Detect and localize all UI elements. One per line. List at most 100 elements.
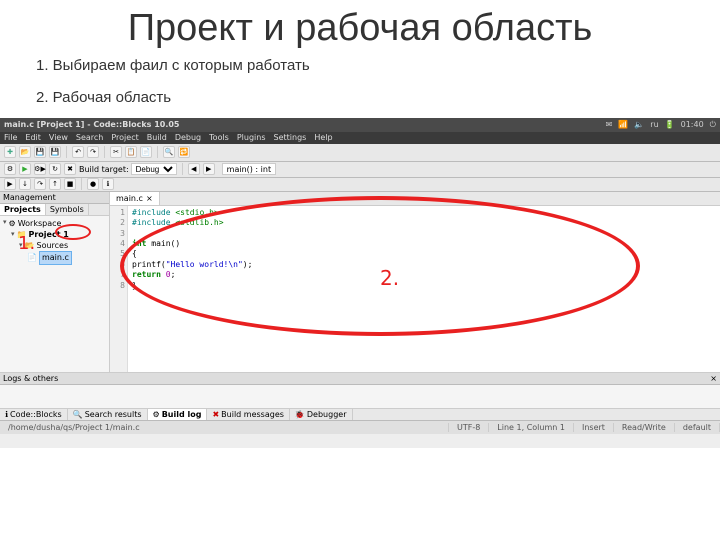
replace-icon[interactable]: 🔁: [178, 146, 190, 158]
status-encoding: UTF-8: [449, 423, 489, 432]
file-icon: 📄: [27, 252, 37, 263]
close-icon[interactable]: ×: [146, 194, 153, 203]
info-icon[interactable]: ℹ: [102, 178, 114, 190]
status-profile: default: [675, 423, 720, 432]
line-gutter: 1 2 3 4 5 6 7 8: [110, 206, 128, 372]
paste-icon[interactable]: 📄: [140, 146, 152, 158]
sidebar-title: Management: [0, 192, 109, 204]
chevron-down-icon[interactable]: ▾: [11, 230, 15, 240]
tray-icon[interactable]: 🔈: [634, 120, 644, 130]
tab-symbols[interactable]: Symbols: [46, 204, 89, 215]
menu-debug[interactable]: Debug: [175, 133, 201, 142]
slide-point-1: 1. Выбираем фаил с которым работать: [0, 54, 720, 78]
redo-icon[interactable]: ↷: [87, 146, 99, 158]
sidebar: Management Projects Symbols ▾ ⚙ Workspac…: [0, 192, 110, 372]
status-rw: Read/Write: [614, 423, 675, 432]
menu-edit[interactable]: Edit: [25, 133, 41, 142]
tray-power-icon[interactable]: ⏻: [710, 120, 716, 130]
function-nav[interactable]: main() : int: [222, 163, 276, 175]
nav-back-icon[interactable]: ◀: [188, 163, 200, 175]
editor-tabs: main.c ×: [110, 192, 720, 206]
tree-label: Workspace: [18, 218, 62, 229]
rebuild-icon[interactable]: ↻: [49, 163, 61, 175]
sidebar-tabs: Projects Symbols: [0, 204, 109, 216]
folder-icon: 📂: [25, 240, 35, 251]
tree-sources[interactable]: ▾ 📂 Sources: [3, 240, 106, 251]
build-target-select[interactable]: Debug: [131, 163, 177, 175]
save-icon[interactable]: 💾: [34, 146, 46, 158]
line-number: 8: [110, 281, 125, 291]
undo-icon[interactable]: ↶: [72, 146, 84, 158]
slide-point-2: 2. Рабочая область: [0, 86, 720, 110]
menu-file[interactable]: File: [4, 133, 17, 142]
new-file-icon[interactable]: ✚: [4, 146, 16, 158]
menu-build[interactable]: Build: [147, 133, 167, 142]
gear-icon: ⚙: [153, 410, 160, 419]
tab-debugger[interactable]: 🐞Debugger: [290, 409, 353, 420]
open-file-icon[interactable]: 📂: [19, 146, 31, 158]
abort-icon[interactable]: ✖: [64, 163, 76, 175]
project-tree: ▾ ⚙ Workspace ▾ 📁 Project 1 ▾ 📂 Sources …: [0, 216, 109, 267]
bug-icon: 🐞: [295, 410, 305, 419]
tab-projects[interactable]: Projects: [0, 204, 46, 215]
toolbar-separator: [182, 163, 183, 175]
line-number: 4: [110, 239, 125, 249]
build-icon[interactable]: ⚙: [4, 163, 16, 175]
debug-step-icon[interactable]: ↓: [19, 178, 31, 190]
editor-tab-mainc[interactable]: main.c ×: [110, 192, 160, 205]
run-icon[interactable]: ▶: [19, 163, 31, 175]
tray-icon[interactable]: 🔋: [665, 120, 675, 130]
tray-icon[interactable]: ✉: [606, 120, 613, 130]
line-number: 7: [110, 270, 125, 280]
build-target: Build target: Debug: [79, 163, 177, 175]
find-icon[interactable]: 🔍: [163, 146, 175, 158]
tree-label: Sources: [36, 240, 68, 251]
menu-plugins[interactable]: Plugins: [237, 133, 266, 142]
code-editor[interactable]: 1 2 3 4 5 6 7 8 #include <stdio.h> #incl…: [110, 206, 720, 372]
slide-title: Проект и рабочая область: [0, 0, 720, 54]
tray-lang[interactable]: ru: [650, 120, 658, 130]
menu-tools[interactable]: Tools: [209, 133, 229, 142]
line-number: 5: [110, 249, 125, 259]
debug-step-out-icon[interactable]: ↑: [49, 178, 61, 190]
tray-time[interactable]: 01:40: [681, 120, 704, 130]
tab-codeblocks[interactable]: ℹCode::Blocks: [0, 409, 68, 420]
copy-icon[interactable]: 📋: [125, 146, 137, 158]
menu-help[interactable]: Help: [314, 133, 332, 142]
status-path: /home/dusha/qs/Project 1/main.c: [0, 423, 449, 432]
ide-window: main.c [Project 1] - Code::Blocks 10.05 …: [0, 118, 720, 448]
build-target-label: Build target:: [79, 165, 129, 174]
build-run-icon[interactable]: ⚙▶: [34, 163, 46, 175]
tree-project[interactable]: ▾ 📁 Project 1: [3, 229, 106, 240]
save-all-icon[interactable]: 💾: [49, 146, 61, 158]
toolbar-separator: [104, 146, 105, 158]
close-icon[interactable]: ×: [710, 374, 717, 383]
line-number: 1: [110, 208, 125, 218]
status-insert: Insert: [574, 423, 614, 432]
editor-area: main.c × 1 2 3 4 5 6 7 8 #include <stdio…: [110, 192, 720, 372]
workspace-icon: ⚙: [9, 218, 16, 229]
toolbar-separator: [66, 146, 67, 158]
tab-build-messages[interactable]: ✖Build messages: [207, 409, 289, 420]
tree-workspace[interactable]: ▾ ⚙ Workspace: [3, 218, 106, 229]
cut-icon[interactable]: ✂: [110, 146, 122, 158]
tray-icon[interactable]: 📶: [618, 120, 628, 130]
tree-file-mainc[interactable]: 📄 main.c: [3, 251, 106, 264]
menu-project[interactable]: Project: [111, 133, 138, 142]
nav-fwd-icon[interactable]: ▶: [203, 163, 215, 175]
tab-search-results[interactable]: 🔍Search results: [68, 409, 148, 420]
x-icon: ✖: [212, 410, 219, 419]
breakpoint-icon[interactable]: ●: [87, 178, 99, 190]
build-toolbar: ⚙ ▶ ⚙▶ ↻ ✖ Build target: Debug ◀ ▶ main(…: [0, 162, 720, 178]
tab-build-log[interactable]: ⚙Build log: [148, 409, 208, 420]
menu-settings[interactable]: Settings: [274, 133, 307, 142]
debug-step-over-icon[interactable]: ↷: [34, 178, 46, 190]
menu-view[interactable]: View: [49, 133, 68, 142]
menu-search[interactable]: Search: [76, 133, 103, 142]
debug-start-icon[interactable]: ▶: [4, 178, 16, 190]
search-icon: 🔍: [73, 410, 83, 419]
status-cursor: Line 1, Column 1: [489, 423, 574, 432]
chevron-down-icon[interactable]: ▾: [19, 241, 23, 251]
debug-stop-icon[interactable]: ■: [64, 178, 76, 190]
chevron-down-icon[interactable]: ▾: [3, 218, 7, 228]
